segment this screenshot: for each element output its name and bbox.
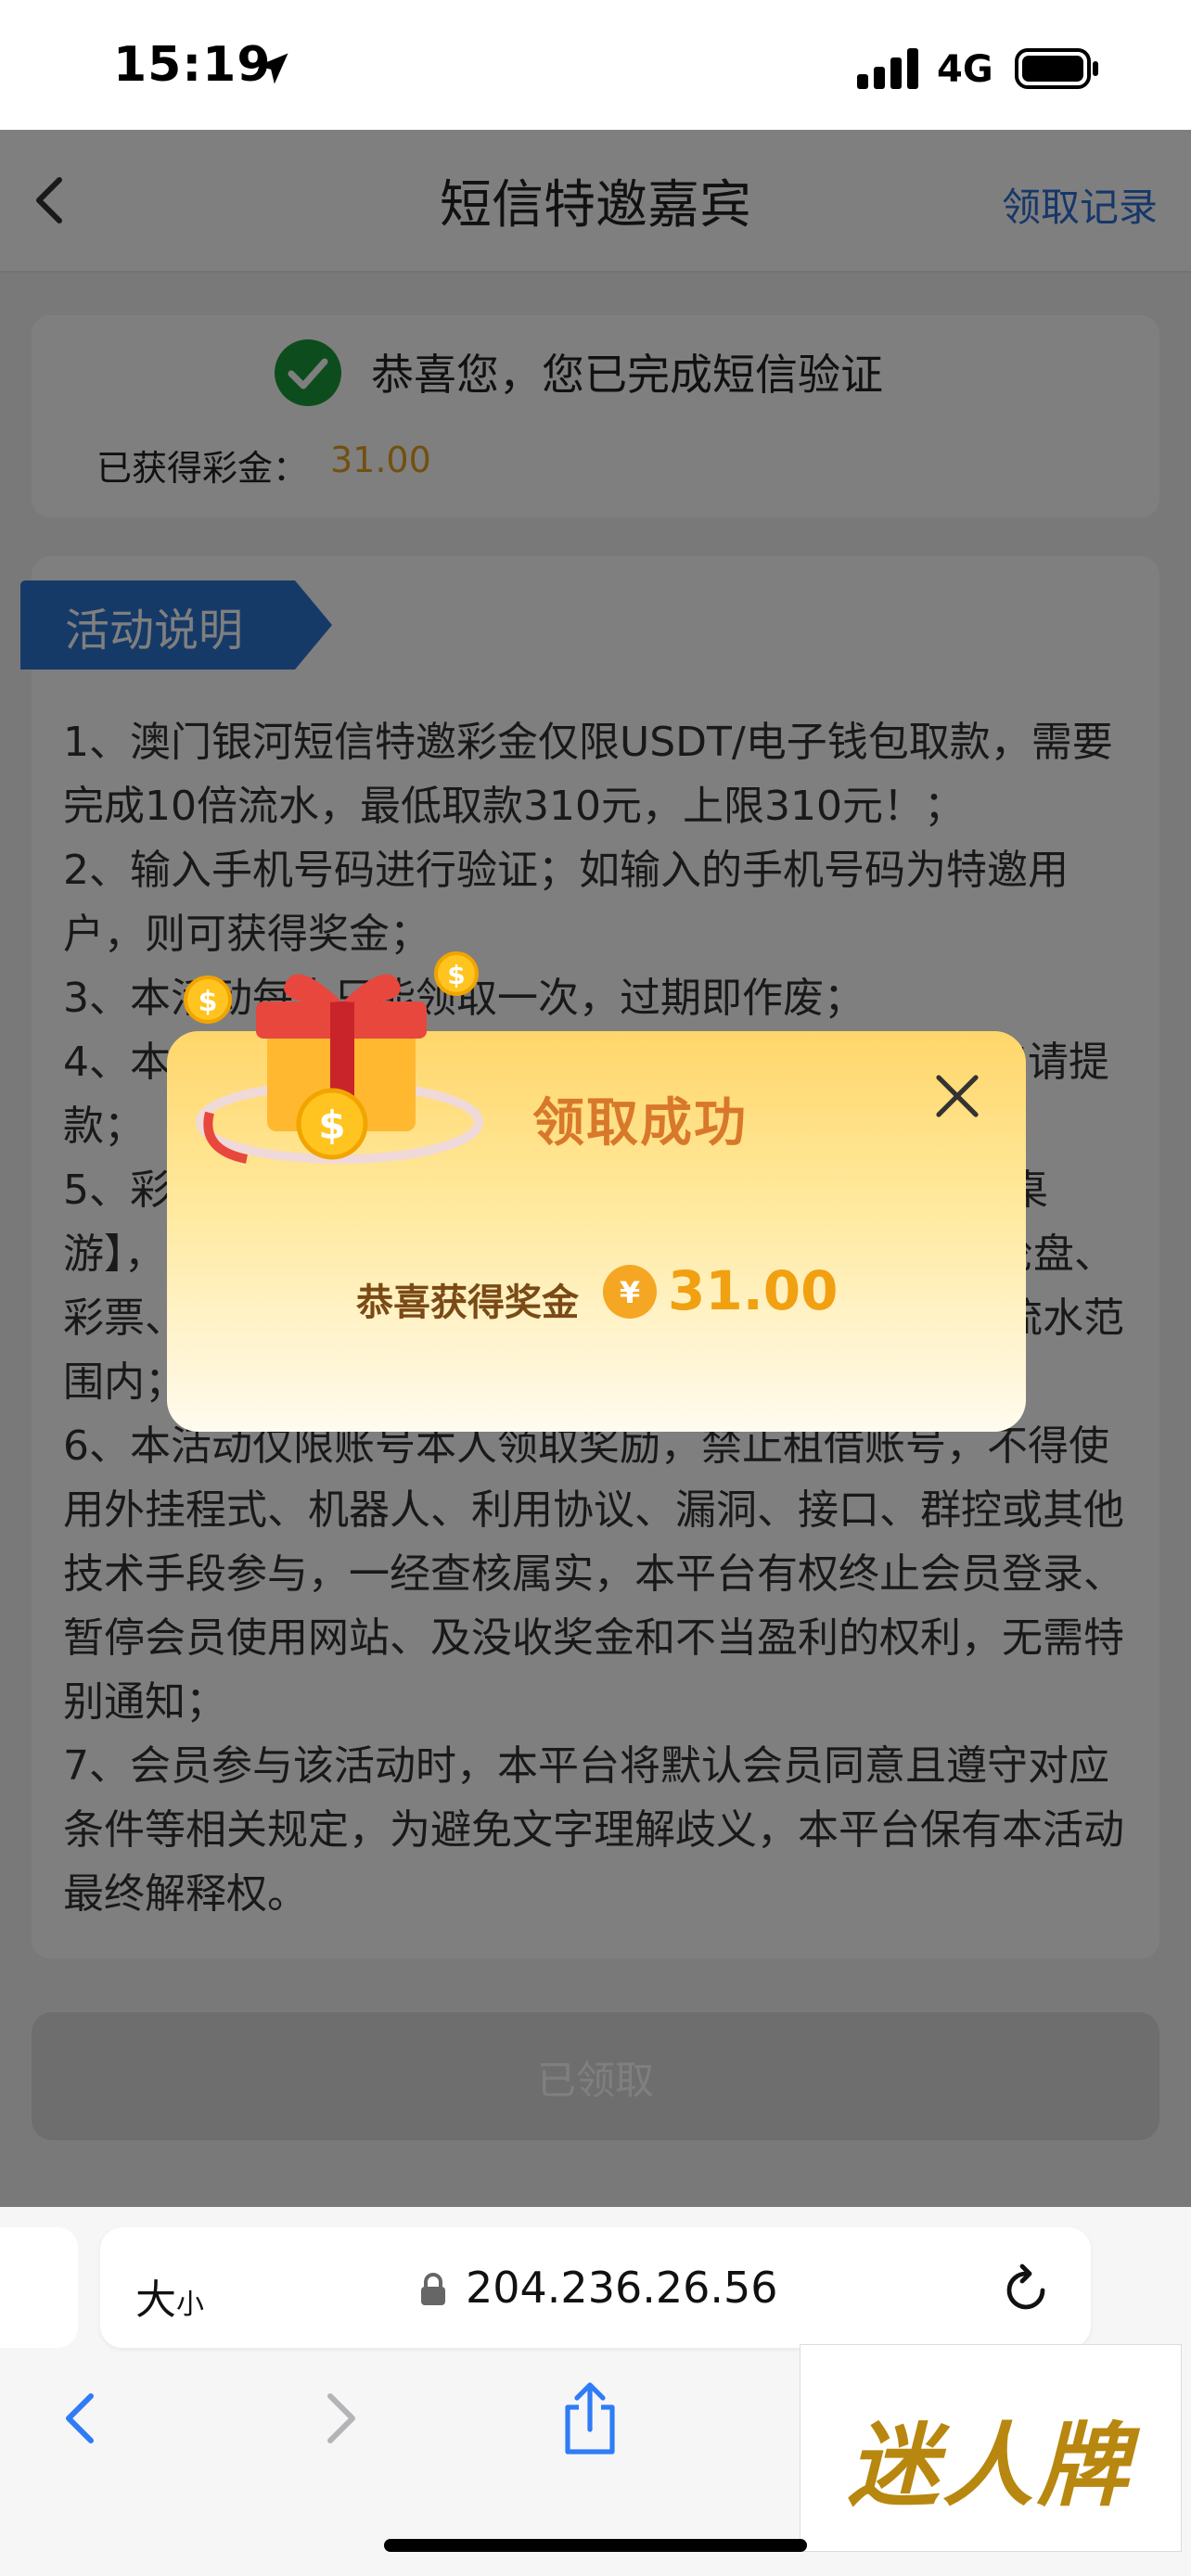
yuan-coin-icon: ¥ [603,1265,657,1319]
cellular-signal-icon [857,48,918,89]
text-size-large-label: 大 [135,2276,176,2324]
browser-back-icon[interactable] [61,2391,98,2446]
currency-symbol: ¥ [620,1275,640,1310]
battery-icon [1015,48,1098,89]
gift-box-icon: $ $ $ [184,951,483,1164]
prize-value: 31.00 [668,1259,839,1322]
home-indicator [384,2539,807,2552]
popup-title: 领取成功 [532,1093,748,1154]
status-time: 15:19 [113,37,272,93]
svg-text:$: $ [447,960,465,990]
svg-text:$: $ [198,986,218,1018]
svg-text:$: $ [318,1103,345,1148]
url-text[interactable]: 204.236.26.56 [466,2263,778,2313]
lock-icon [421,2273,445,2305]
previous-tab-preview[interactable] [0,2227,78,2348]
share-icon[interactable] [560,2381,620,2455]
location-arrow-icon [257,53,288,84]
prize-label: 恭喜获得奖金 [356,1282,579,1324]
watermark-logo: 迷人牌 [847,2413,1132,2519]
reload-icon[interactable] [1004,2263,1050,2315]
network-type: 4G [937,48,993,91]
text-size-small-label: 小 [176,2289,204,2321]
text-size-button[interactable]: 大小 [135,2266,204,2326]
browser-forward-icon[interactable] [323,2391,360,2446]
close-icon[interactable] [931,1070,983,1122]
